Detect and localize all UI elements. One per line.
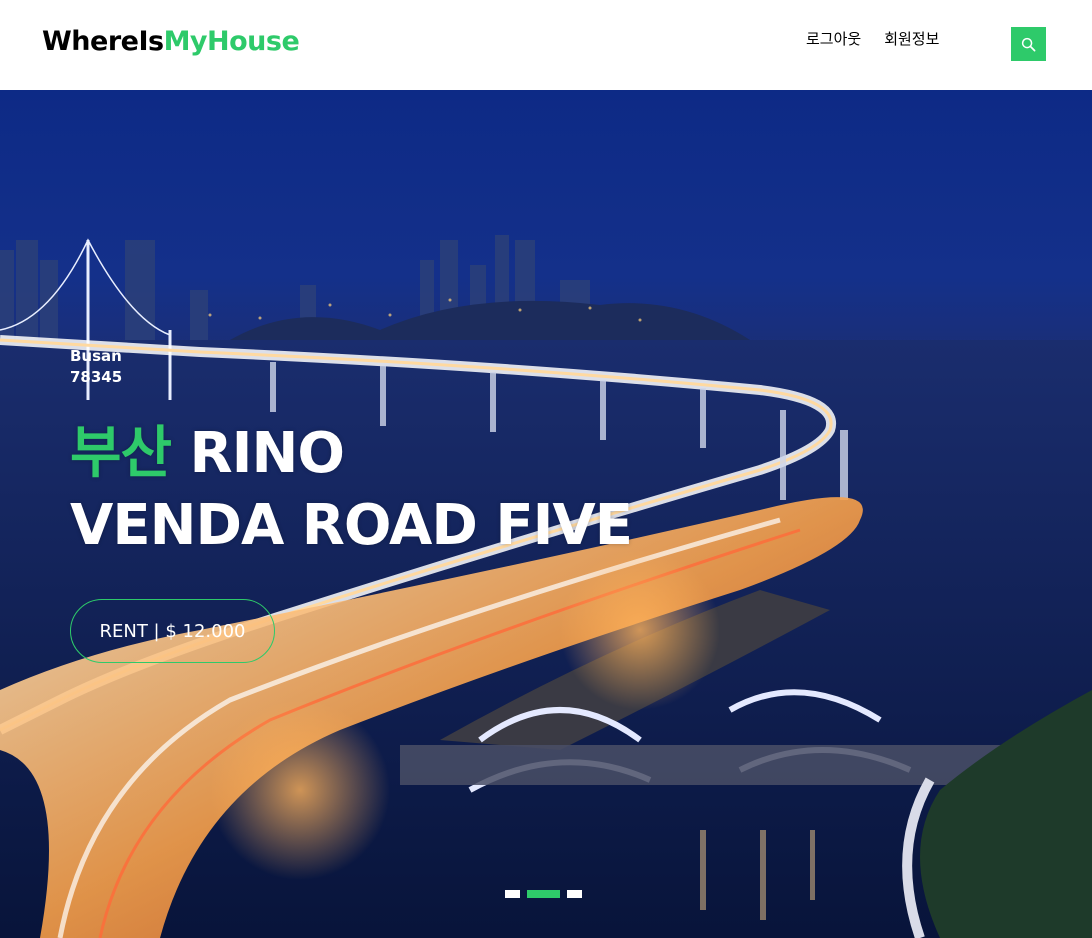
brand-name-part1: WhereIs [42, 26, 164, 57]
carousel-indicators [505, 890, 582, 898]
brand-logo[interactable]: WhereIsMyHouse [42, 26, 300, 57]
location-city: Busan [70, 347, 122, 365]
hero-title-line1: RINO [171, 421, 345, 486]
carousel-indicator-1[interactable] [505, 890, 520, 898]
price-button[interactable]: RENT | $ 12.000 [70, 599, 275, 663]
hero-location: Busan 78345 [70, 346, 122, 388]
search-icon [1021, 37, 1036, 51]
nav-menu: 로그아웃 회원정보 [806, 28, 939, 49]
carousel-indicator-2[interactable] [527, 890, 560, 898]
hero-title: 부산 RINO VENDA ROAD FIVE [70, 418, 633, 562]
hero-carousel: Busan 78345 부산 RINO VENDA ROAD FIVE RENT… [0, 90, 1092, 938]
hero-title-accent: 부산 [70, 421, 172, 486]
navbar: WhereIsMyHouse 로그아웃 회원정보 [0, 0, 1092, 90]
brand-name-part2: MyHouse [163, 26, 300, 57]
price-label: RENT | $ 12.000 [99, 620, 246, 642]
hero-title-line2: VENDA ROAD FIVE [70, 493, 633, 558]
nav-logout-link[interactable]: 로그아웃 [806, 28, 861, 49]
location-code: 78345 [70, 368, 123, 386]
carousel-indicator-3[interactable] [567, 890, 582, 898]
nav-member-info-link[interactable]: 회원정보 [884, 28, 939, 49]
search-button[interactable] [1011, 27, 1046, 61]
